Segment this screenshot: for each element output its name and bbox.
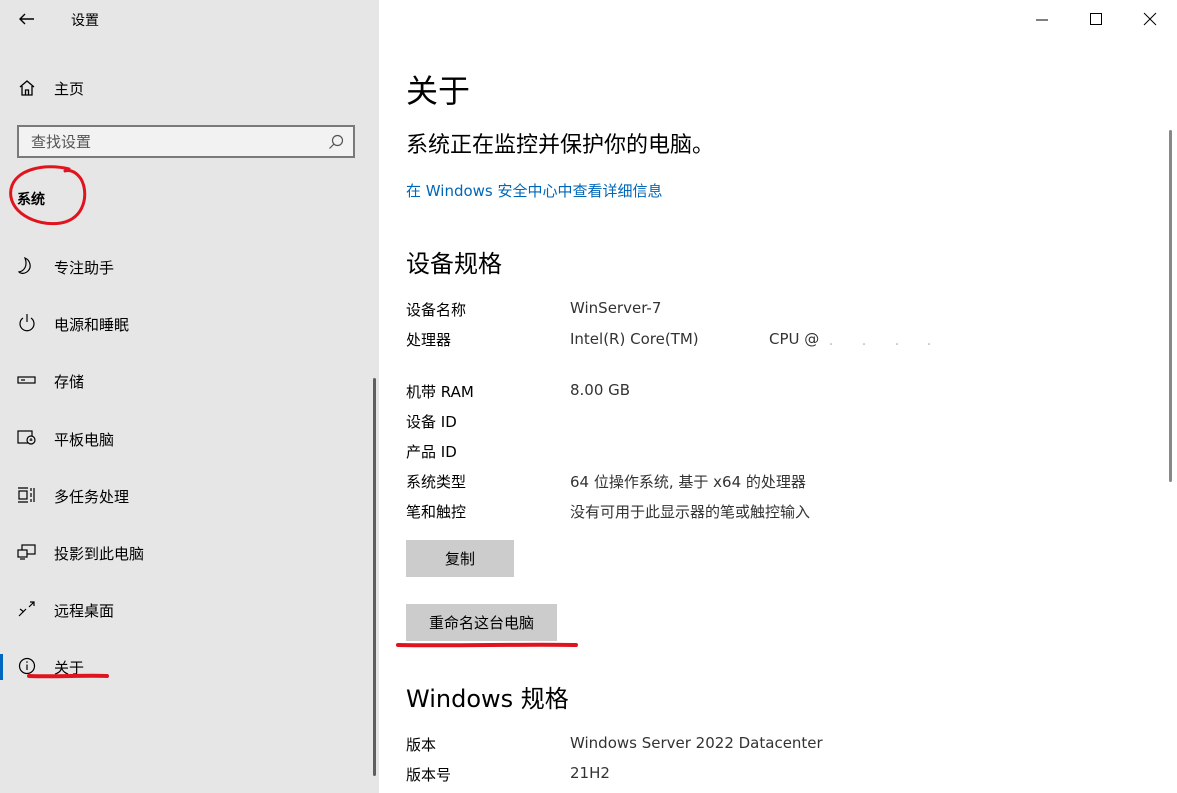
minimize-icon — [1036, 19, 1048, 21]
spec-value: 21H2 — [570, 764, 610, 782]
sidebar-item-focus-assist[interactable]: 专注助手 — [0, 246, 370, 286]
spec-label: 产品 ID — [406, 443, 457, 461]
annotation-underline — [396, 642, 578, 648]
search-input[interactable] — [19, 127, 319, 156]
spec-value: Intel(R) Core(TM) — [570, 330, 699, 348]
copy-button[interactable]: 复制 — [406, 540, 514, 577]
spec-label: 笔和触控 — [406, 503, 467, 521]
close-icon — [1143, 12, 1157, 26]
rename-pc-button[interactable]: 重命名这台电脑 — [406, 604, 557, 641]
page-title: 关于 — [406, 72, 471, 110]
close-button[interactable] — [1127, 0, 1173, 38]
moon-icon — [16, 255, 38, 277]
sidebar-item-project[interactable]: 投影到此电脑 — [0, 532, 370, 572]
sidebar-item-multitasking[interactable]: 多任务处理 — [0, 475, 370, 515]
sidebar-item-storage[interactable]: 存储 — [0, 360, 370, 400]
remote-desktop-icon — [16, 598, 38, 620]
app-title: 设置 — [71, 13, 99, 29]
maximize-icon — [1090, 13, 1102, 25]
project-icon — [16, 541, 38, 563]
tablet-icon — [16, 427, 38, 449]
sidebar-item-home[interactable]: 主页 — [54, 78, 84, 99]
spec-value: Windows Server 2022 Datacenter — [570, 734, 823, 752]
section-heading-system: 系统 — [17, 192, 45, 208]
info-icon — [16, 655, 38, 677]
sidebar-item-label: 投影到此电脑 — [54, 545, 145, 563]
sidebar-item-remote-desktop[interactable]: 远程桌面 — [0, 589, 370, 629]
sidebar-item-label: 远程桌面 — [54, 602, 115, 620]
sidebar-item-tablet[interactable]: 平板电脑 — [0, 418, 370, 458]
sidebar-item-label: 多任务处理 — [54, 488, 130, 506]
redacted-area — [830, 343, 930, 345]
security-status: 系统正在监控并保护你的电脑。 — [406, 133, 715, 158]
main-scrollbar[interactable] — [1169, 130, 1172, 482]
power-icon — [16, 312, 38, 334]
sidebar-scrollbar[interactable] — [373, 378, 376, 776]
spec-value: WinServer-7 — [570, 299, 662, 317]
main-content: 关于 系统正在监控并保护你的电脑。 在 Windows 安全中心中查看详细信息 … — [379, 0, 1177, 793]
search-box[interactable] — [17, 125, 355, 158]
minimize-button[interactable] — [1019, 0, 1065, 38]
back-arrow-icon[interactable] — [14, 6, 40, 32]
sidebar-item-label: 存储 — [54, 373, 85, 391]
sidebar-item-label: 电源和睡眠 — [54, 316, 130, 334]
selected-indicator — [0, 654, 3, 680]
spec-label: 版本号 — [406, 766, 452, 784]
sidebar: 设置 主页 系统 专注助手 电源和睡眠 存储 平板电脑 — [0, 0, 379, 793]
security-center-link[interactable]: 在 Windows 安全中心中查看详细信息 — [406, 180, 663, 201]
storage-icon — [16, 369, 38, 391]
sidebar-item-power-sleep[interactable]: 电源和睡眠 — [0, 303, 370, 343]
search-icon[interactable] — [327, 133, 345, 151]
spec-label: 处理器 — [406, 331, 452, 349]
sidebar-item-label: 平板电脑 — [54, 431, 115, 449]
spec-label: 设备 ID — [406, 413, 457, 431]
device-specs-heading: 设备规格 — [406, 250, 502, 278]
spec-value: 没有可用于此显示器的笔或触控输入 — [570, 503, 811, 521]
spec-label: 系统类型 — [406, 473, 467, 491]
spec-label: 版本 — [406, 736, 437, 754]
home-icon — [17, 78, 37, 98]
maximize-button[interactable] — [1073, 0, 1119, 38]
spec-label: 设备名称 — [406, 301, 467, 319]
multitasking-icon — [16, 484, 38, 506]
spec-label: 机带 RAM — [406, 383, 474, 401]
sidebar-item-about[interactable]: 关于 — [0, 646, 370, 686]
spec-value: 8.00 GB — [570, 381, 631, 399]
spec-value-extra: CPU @ — [769, 330, 820, 348]
spec-value: 64 位操作系统, 基于 x64 的处理器 — [570, 473, 806, 491]
windows-specs-heading: Windows 规格 — [406, 685, 569, 713]
sidebar-item-label: 关于 — [54, 659, 85, 677]
sidebar-item-label: 专注助手 — [54, 259, 115, 277]
